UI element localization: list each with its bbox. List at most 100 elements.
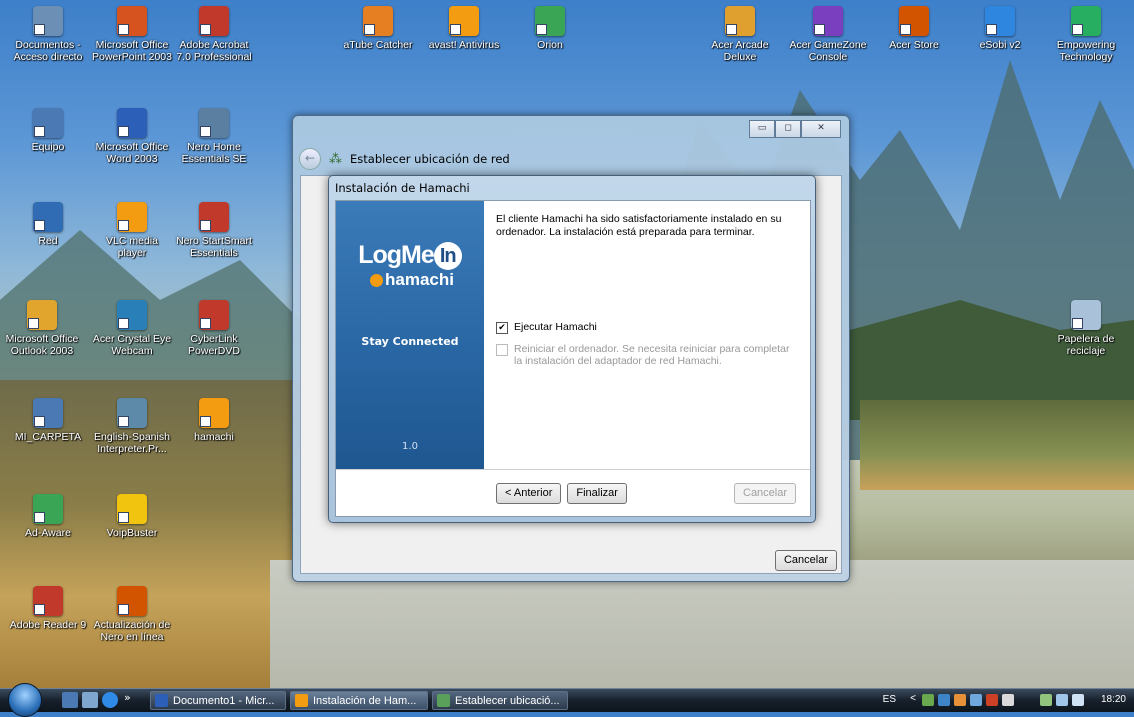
restart-option: Reiniciar el ordenador. Se necesita rein… <box>496 343 796 367</box>
app-icon <box>199 398 229 428</box>
start-orb-icon[interactable] <box>8 683 42 717</box>
app-icon <box>725 6 755 36</box>
desktop-icon-label: Microsoft Office PowerPoint 2003 <box>92 39 172 63</box>
desktop-icon[interactable]: MI_CARPETA <box>8 398 88 443</box>
desktop-icon-label: Orion <box>537 39 563 51</box>
desktop-icon[interactable]: Ad-Aware <box>8 494 88 539</box>
tray-app-icon[interactable] <box>970 694 982 706</box>
close-button[interactable]: ✕ <box>801 120 841 138</box>
dialog-nav-buttons: < Anterior Finalizar <box>496 483 627 504</box>
tray-app-icon[interactable] <box>986 694 998 706</box>
desktop-icon-label: English-Spanish Interpreter.Pr... <box>94 431 170 455</box>
app-icon <box>199 6 229 36</box>
back-arrow-icon[interactable]: ← <box>299 148 321 170</box>
desktop-icon-label: eSobi v2 <box>979 39 1021 51</box>
desktop-icon[interactable]: Nero StartSmart Essentials <box>174 202 254 259</box>
minimize-button[interactable]: ▭ <box>749 120 775 138</box>
switch-windows-icon[interactable] <box>82 692 98 708</box>
logmein-hamachi-logo: LogMe In hamachi <box>336 241 484 290</box>
desktop-icon[interactable]: Acer Crystal Eye Webcam <box>92 300 172 357</box>
finish-button[interactable]: Finalizar <box>567 483 627 504</box>
desktop-icon-label: Empowering Technology <box>1056 39 1116 63</box>
tray-app-icon[interactable] <box>938 694 950 706</box>
desktop-icon[interactable]: Nero Home Essentials SE <box>174 108 254 165</box>
right-field <box>860 400 1134 490</box>
desktop-icon[interactable]: Acer Arcade Deluxe <box>700 6 780 63</box>
hamachi-icon <box>295 694 308 707</box>
desktop-icon-label: Documentos - Acceso directo <box>13 39 83 63</box>
outer-cancel-button[interactable]: Cancelar <box>774 550 837 571</box>
task-button-word[interactable]: Documento1 - Micr... <box>150 691 286 710</box>
desktop-icon[interactable]: VoipBuster <box>92 494 172 539</box>
network-icon <box>437 694 450 707</box>
desktop-icon[interactable]: Microsoft Office Word 2003 <box>92 108 172 165</box>
desktop-icon[interactable]: Red <box>8 202 88 247</box>
window-caption-buttons: ▭ ◻ ✕ <box>749 120 841 138</box>
tray-expand-chevron[interactable]: < <box>910 693 916 704</box>
desktop-icon[interactable]: Adobe Acrobat 7.0 Professional <box>174 6 254 63</box>
window-title: Establecer ubicación de red <box>350 152 510 166</box>
tagline: Stay Connected <box>361 335 459 348</box>
desktop-icon-label: Microsoft Office Outlook 2003 <box>5 333 79 357</box>
back-button[interactable]: < Anterior <box>496 483 562 504</box>
restart-label: Reiniciar el ordenador. Se necesita rein… <box>514 343 790 367</box>
desktop-icon[interactable]: Microsoft Office Outlook 2003 <box>2 300 82 357</box>
desktop-icon-label: Red <box>38 235 58 247</box>
app-icon <box>199 108 229 138</box>
dialog-content: El cliente Hamachi ha sido satisfactoria… <box>496 213 796 367</box>
desktop-icon[interactable]: Acer GameZone Console <box>788 6 868 63</box>
desktop-icon-label: Adobe Acrobat 7.0 Professional <box>176 39 252 63</box>
task-button-hamachi[interactable]: Instalación de Ham... <box>290 691 428 710</box>
network-status-icon[interactable] <box>1056 694 1068 706</box>
desktop-icon-label: Papelera de reciclaje <box>1057 333 1115 357</box>
clock[interactable]: 18:20 <box>1101 694 1126 705</box>
desktop-icon-label: hamachi <box>194 431 234 443</box>
desktop-icon[interactable]: Microsoft Office PowerPoint 2003 <box>92 6 172 63</box>
desktop-icon[interactable]: Adobe Reader 9 <box>8 586 88 631</box>
dialog-cancel-button: Cancelar <box>734 483 796 504</box>
run-hamachi-checkbox[interactable]: ✔ <box>496 322 508 334</box>
desktop-icon[interactable]: CyberLink PowerDVD <box>174 300 254 357</box>
hamachi-dot-icon <box>370 274 383 288</box>
desktop-icon[interactable]: English-Spanish Interpreter.Pr... <box>92 398 172 455</box>
dialog-body: LogMe In hamachi Stay Connected 1.0 El cl… <box>335 200 811 517</box>
desktop-icon[interactable]: VLC media player <box>92 202 172 259</box>
app-icon <box>117 494 147 524</box>
internet-explorer-icon[interactable] <box>102 692 118 708</box>
desktop-icon[interactable]: eSobi v2 <box>960 6 1040 51</box>
desktop-icon[interactable]: Actualización de Nero en línea <box>92 586 172 643</box>
app-icon <box>1071 6 1101 36</box>
volume-icon[interactable] <box>1072 694 1084 706</box>
desktop-icon[interactable]: Orion <box>510 6 590 51</box>
desktop-icon[interactable]: Documentos - Acceso directo <box>8 6 88 63</box>
show-desktop-icon[interactable] <box>62 692 78 708</box>
app-icon <box>33 6 63 36</box>
language-indicator[interactable]: ES <box>883 694 896 705</box>
run-hamachi-label: Ejecutar Hamachi <box>514 321 597 333</box>
tray-app-icon[interactable] <box>954 694 966 706</box>
maximize-button[interactable]: ◻ <box>775 120 801 138</box>
desktop-icon[interactable]: aTube Catcher <box>338 6 418 51</box>
tray-app-icon[interactable] <box>922 694 934 706</box>
desktop-icon-label: Actualización de Nero en línea <box>93 619 171 643</box>
desktop-icon[interactable]: Acer Store <box>874 6 954 51</box>
desktop-icon-label: Equipo <box>31 141 65 153</box>
desktop-icon[interactable]: Papelera de reciclaje <box>1046 300 1126 357</box>
quicklaunch-chevron[interactable]: » <box>124 691 140 707</box>
app-icon <box>813 6 843 36</box>
app-icon <box>117 6 147 36</box>
task-button-network[interactable]: Establecer ubicació... <box>432 691 568 710</box>
desktop-icon[interactable]: avast! Antivirus <box>424 6 504 51</box>
app-icon <box>33 586 63 616</box>
tray-app-icon[interactable] <box>1002 694 1014 706</box>
system-tray: ES < 18:20 <box>874 689 1134 712</box>
logo-logmein: LogMe <box>358 241 435 269</box>
desktop-icon-label: avast! Antivirus <box>428 39 500 51</box>
desktop-icon[interactable]: Equipo <box>8 108 88 153</box>
run-hamachi-option[interactable]: ✔ Ejecutar Hamachi <box>496 321 796 334</box>
task-label: Instalación de Ham... <box>313 695 417 707</box>
tray-app-icon[interactable] <box>1040 694 1052 706</box>
desktop-icon[interactable]: hamachi <box>174 398 254 443</box>
desktop-icon-label: Ad-Aware <box>25 527 71 539</box>
desktop-icon[interactable]: Empowering Technology <box>1046 6 1126 63</box>
